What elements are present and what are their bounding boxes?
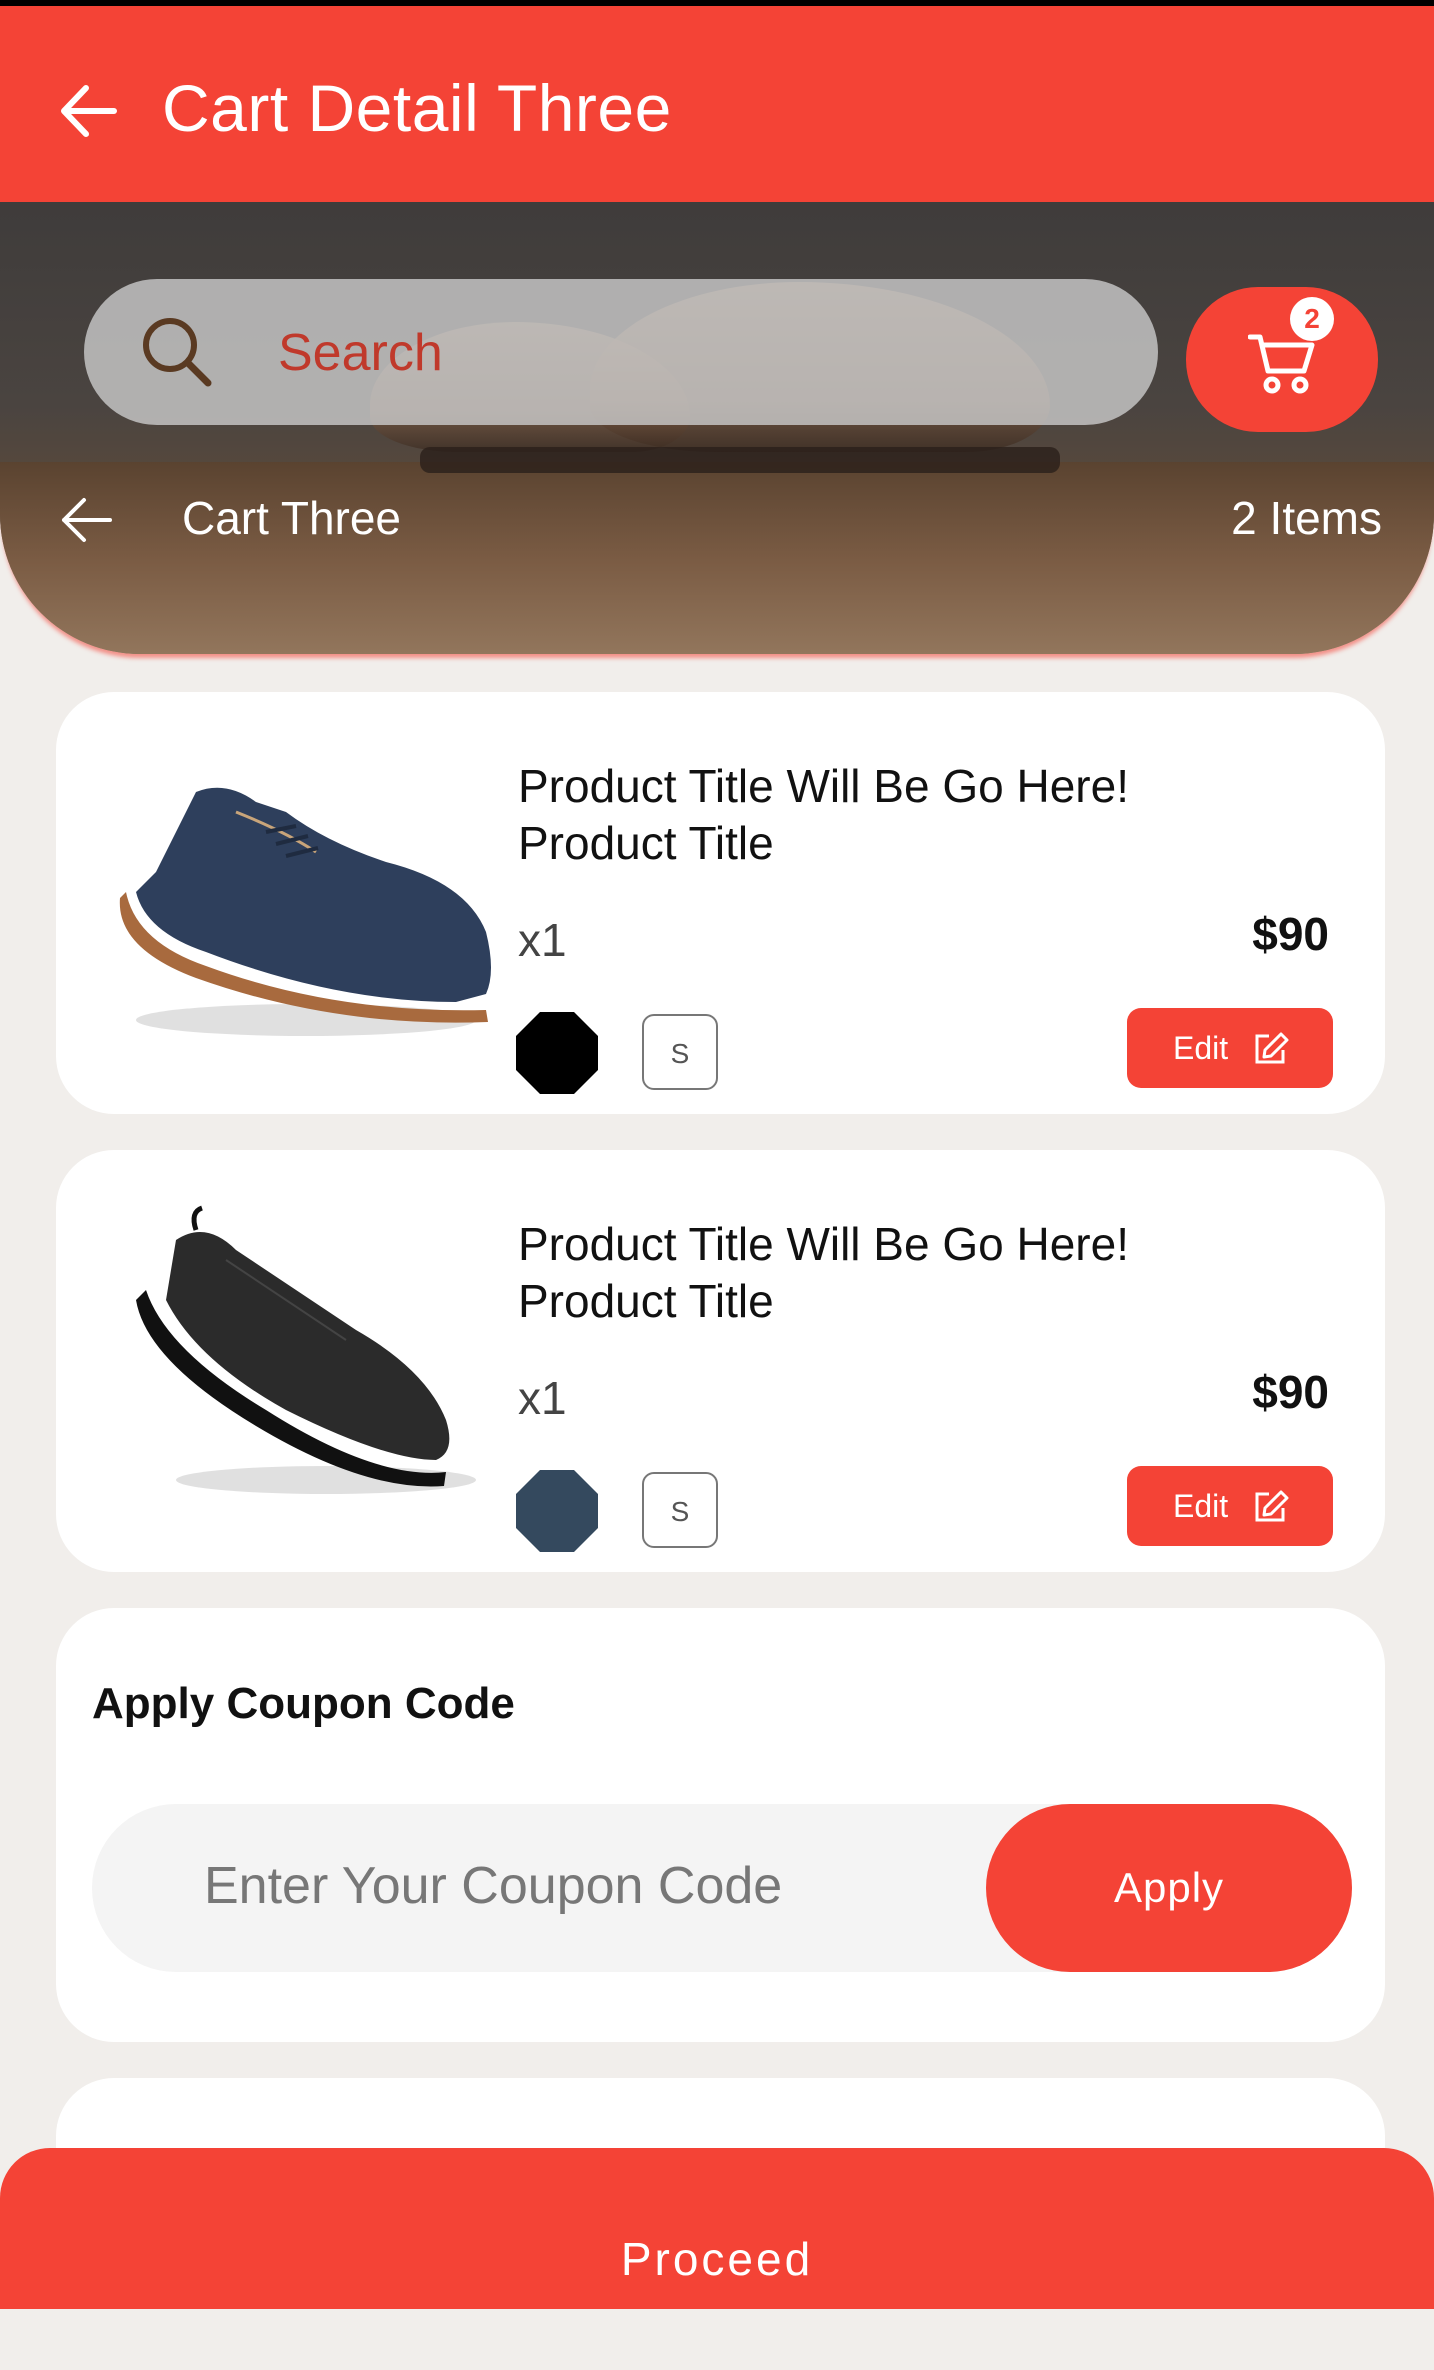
size-chip[interactable]: S (642, 1014, 718, 1090)
edit-button[interactable]: Edit (1127, 1008, 1333, 1088)
product-title: Product Title Will Be Go Here! Product T… (518, 760, 1129, 869)
app-bar: Cart Detail Three (0, 6, 1434, 202)
edit-icon (1255, 1490, 1289, 1522)
edit-label: Edit (1173, 1488, 1229, 1524)
color-swatch[interactable] (516, 1470, 598, 1552)
cart-icon (1248, 334, 1315, 394)
cart-item-card: Product Title Will Be Go Here! Product T… (56, 692, 1385, 1114)
section-title: Cart Three (182, 492, 402, 544)
coupon-card: Apply Coupon Code Enter Your Coupon Code… (56, 1608, 1385, 2042)
cart-item-card: Product Title Will Be Go Here! Product T… (56, 1150, 1385, 1572)
product-quantity: x1 (518, 1372, 567, 1424)
hero-banner (0, 202, 1434, 654)
banner-shoe-sole (420, 447, 1060, 473)
cart-button[interactable]: 2 (1186, 287, 1378, 432)
page-title: Cart Detail Three (162, 71, 672, 145)
item-count: 2 Items (1231, 492, 1382, 544)
edit-icon (1255, 1032, 1289, 1064)
arrow-left-icon[interactable] (58, 496, 114, 544)
product-image (136, 1205, 476, 1494)
edit-label: Edit (1173, 1030, 1229, 1066)
coupon-input[interactable]: Enter Your Coupon Code Apply (92, 1804, 1352, 1972)
apply-button[interactable]: Apply (986, 1804, 1352, 1972)
product-price: $90 (1252, 908, 1329, 960)
edit-button[interactable]: Edit (1127, 1466, 1333, 1546)
size-chip[interactable]: S (642, 1472, 718, 1548)
product-title: Product Title Will Be Go Here! Product T… (518, 1218, 1129, 1327)
color-swatch[interactable] (516, 1012, 598, 1094)
product-price: $90 (1252, 1366, 1329, 1418)
product-image (119, 787, 491, 1036)
proceed-button[interactable]: Proceed (0, 2148, 1434, 2309)
search-placeholder: Search (278, 324, 443, 382)
arrow-left-icon[interactable] (56, 80, 118, 142)
search-input[interactable]: Search (84, 279, 1158, 425)
product-quantity: x1 (518, 914, 567, 966)
coupon-placeholder: Enter Your Coupon Code (204, 1857, 783, 1915)
cart-count-badge: 2 (1290, 297, 1334, 341)
coupon-title: Apply Coupon Code (92, 1679, 515, 1728)
search-icon (143, 318, 212, 387)
